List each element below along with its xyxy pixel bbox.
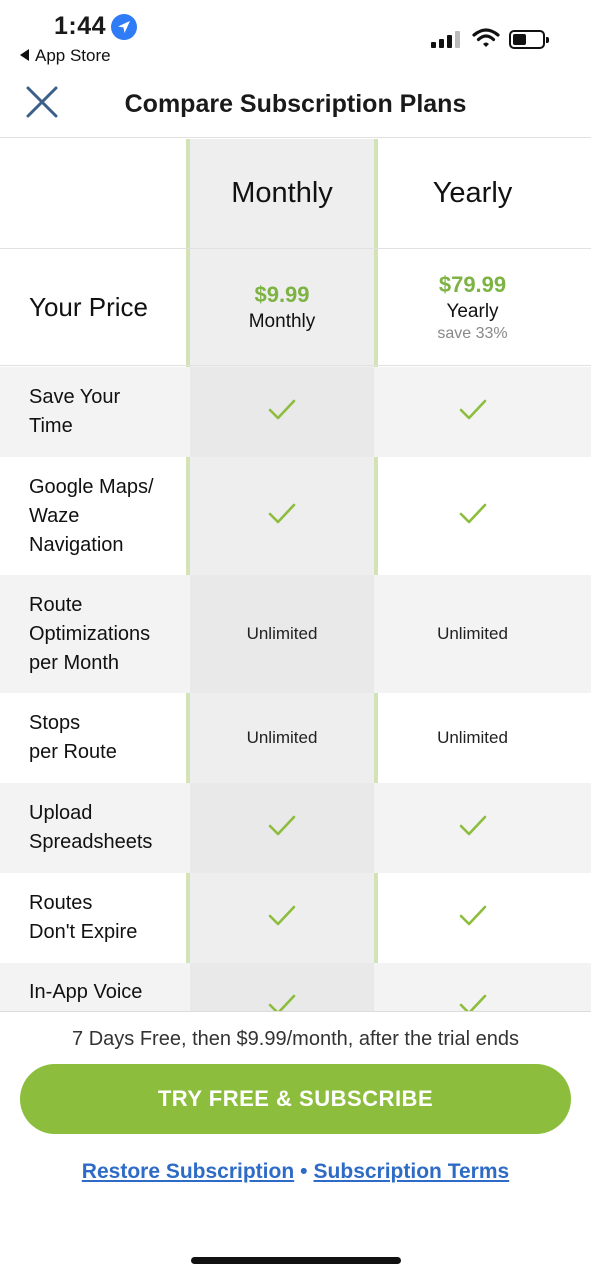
yearly-savings: save 33% [437,325,508,342]
battery-icon [509,30,549,49]
feature-label: Routes Don't Expire [29,892,138,943]
subscription-terms-link[interactable]: Subscription Terms [314,1160,510,1183]
checkmark-icon [267,904,297,933]
checkmark-icon [458,993,488,1011]
checkmark-icon [458,398,488,427]
feature-row: Upload Spreadsheets [0,783,591,873]
back-app-label: App Store [35,46,111,65]
feature-row: Routes Don't Expire [0,873,591,963]
feature-label: Upload Spreadsheets [29,802,153,853]
back-triangle-icon [20,49,29,61]
status-bar: 1:44 App Store [0,0,591,70]
feature-row: Route Optimizations per Month Unlimited Un… [0,575,591,693]
wifi-icon [472,27,500,49]
checkmark-icon [458,502,488,531]
header: Compare Subscription Plans [0,70,591,138]
page-title: Compare Subscription Plans [124,90,467,118]
yearly-plan-header: Yearly [432,177,513,209]
cellular-signal-icon [431,30,463,48]
checkmark-icon [458,904,488,933]
feature-row: In-App Voice [0,963,591,1011]
comparison-table[interactable]: Monthly Yearly Your Price $9.99 Monthly … [0,139,591,1011]
home-indicator[interactable] [191,1257,401,1264]
feature-row: Stops per Route Unlimited Unlimited [0,693,591,783]
yearly-price: $79.99 [438,272,507,297]
try-free-subscribe-button[interactable]: TRY FREE & SUBSCRIBE [20,1064,571,1134]
checkmark-icon [267,993,297,1011]
feature-label: In-App Voice [29,981,143,1003]
back-to-app-store[interactable]: App Store [20,46,111,66]
feature-row: Save Your Time [0,367,591,457]
status-time: 1:44 [54,12,107,40]
location-arrow-icon [111,14,137,40]
plan-header-row: Monthly Yearly [0,139,591,249]
yearly-feature-value: Unlimited [437,624,508,643]
monthly-feature-value: Unlimited [246,728,318,747]
monthly-period: Monthly [248,311,316,332]
checkmark-icon [267,814,297,843]
feature-label: Stops per Route [29,712,117,763]
yearly-period: Yearly [446,301,499,322]
feature-label: Save Your Time [29,386,121,437]
trial-note: 7 Days Free, then $9.99/month, after the… [72,1028,519,1050]
feature-row: Google Maps/Waze Navigation [0,457,591,575]
footer-links: Restore Subscription • Subscription Terms [0,1160,591,1184]
feature-label: Route Optimizations per Month [29,593,151,674]
checkmark-icon [458,814,488,843]
price-row-label: Your Price [29,292,148,322]
link-separator: • [300,1160,308,1183]
monthly-feature-value: Unlimited [246,624,318,643]
subscribe-footer: 7 Days Free, then $9.99/month, after the… [0,1011,591,1280]
checkmark-icon [267,502,297,531]
checkmark-icon [267,398,297,427]
yearly-feature-value: Unlimited [437,728,508,747]
monthly-price: $9.99 [254,282,310,307]
price-row: Your Price $9.99 Monthly $79.99 Yearly s… [0,250,591,366]
restore-subscription-link[interactable]: Restore Subscription [82,1160,294,1183]
monthly-plan-header: Monthly [231,177,333,209]
feature-label: Google Maps/Waze Navigation [29,475,154,556]
